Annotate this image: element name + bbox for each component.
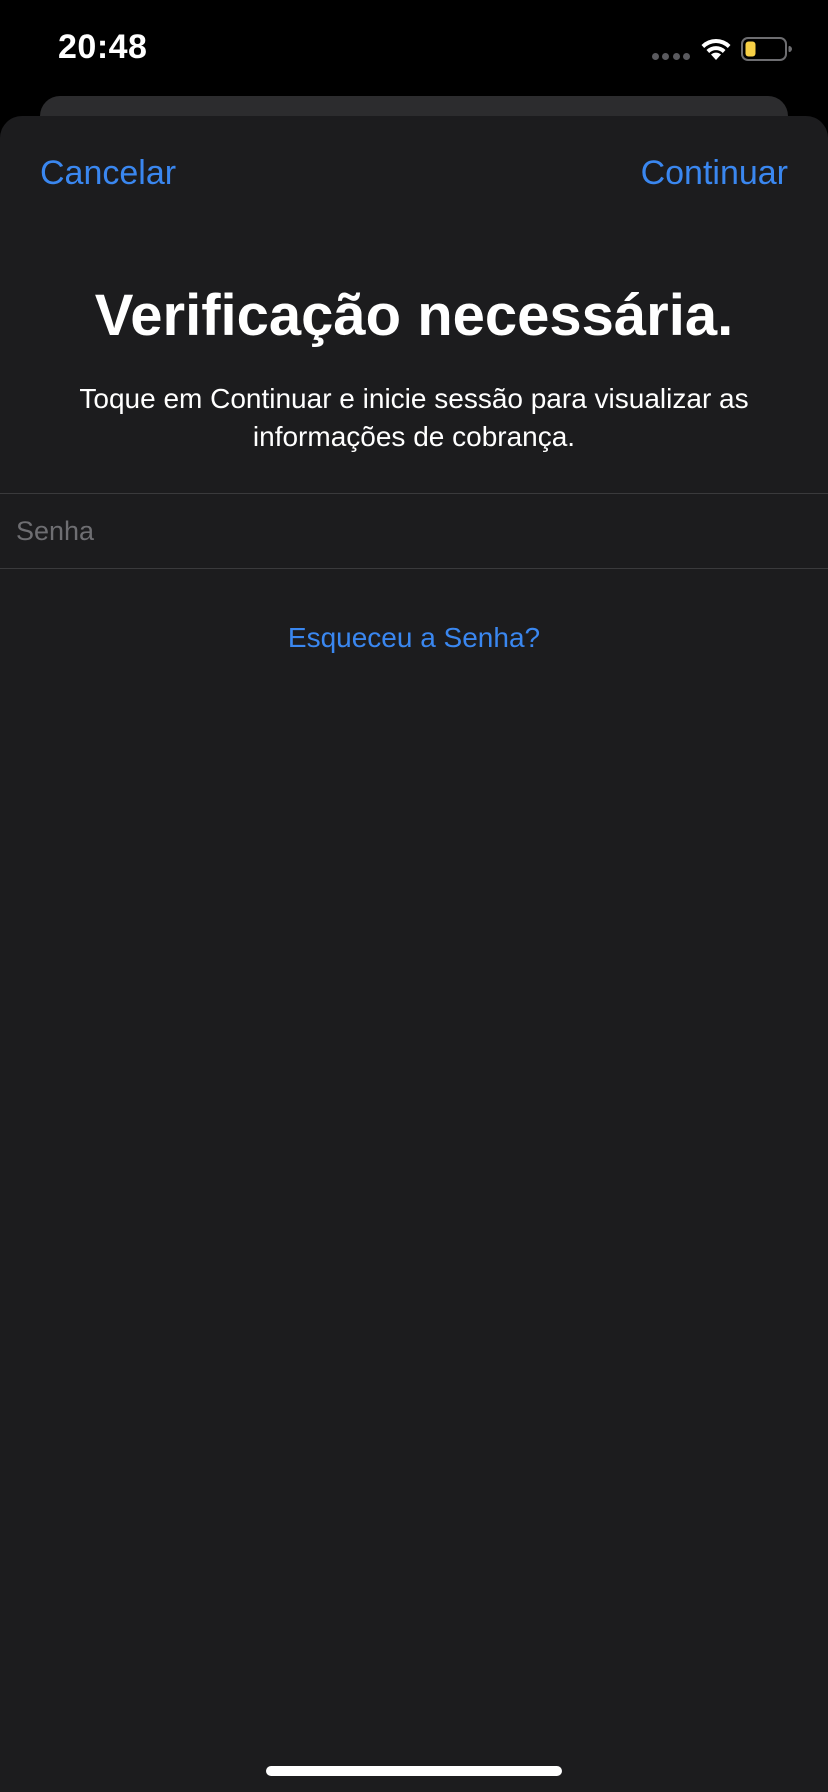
- cellular-signal-icon: [652, 53, 690, 61]
- verification-sheet: Cancelar Continuar Verificação necessári…: [0, 116, 828, 1792]
- status-bar: 20:48: [0, 0, 828, 100]
- status-time: 20:48: [58, 28, 148, 66]
- password-field[interactable]: [0, 494, 828, 568]
- cancel-button[interactable]: Cancelar: [40, 154, 176, 193]
- battery-low-icon: [741, 37, 792, 61]
- wifi-icon: [701, 38, 731, 60]
- continue-button[interactable]: Continuar: [641, 154, 788, 193]
- home-indicator[interactable]: [266, 1766, 562, 1776]
- subtitle-text: Toque em Continuar e inicie sessão para …: [79, 383, 749, 452]
- divider: [0, 568, 828, 569]
- page-title: Verificação necessária.: [94, 283, 734, 348]
- forgot-password-link[interactable]: Esqueceu a Senha?: [0, 622, 828, 654]
